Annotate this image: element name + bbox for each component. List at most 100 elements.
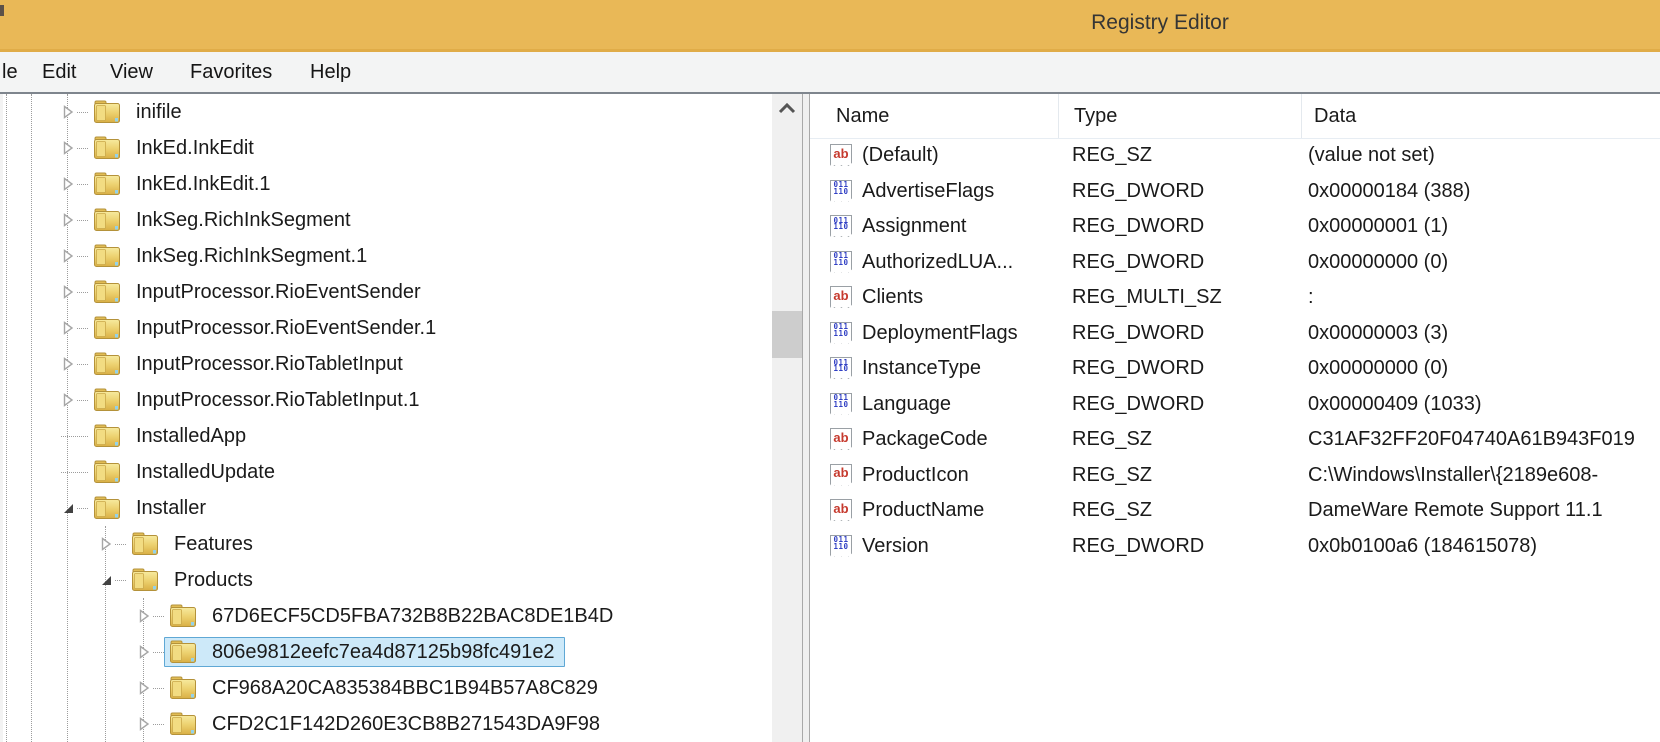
tree-item-content[interactable]: InputProcessor.RioTabletInput	[88, 349, 413, 379]
tree-dotted-connector	[77, 183, 88, 185]
tree-item-label: Features	[174, 532, 253, 555]
pane-splitter[interactable]	[802, 94, 810, 742]
value-row[interactable]: ab ProductName REG_SZ DameWare Remote Suppo…	[810, 493, 1660, 529]
value-row[interactable]: 011 110 AuthorizedLUA... REG_DWORD 0x0000000…	[810, 245, 1660, 281]
value-row[interactable]: ab Clients REG_MULTI_SZ:	[810, 280, 1660, 316]
tree-item[interactable]: InputProcessor.RioEventSender	[59, 274, 772, 310]
tree-item-content[interactable]: inifile	[88, 97, 192, 127]
tree-item[interactable]: CF968A20CA835384BBC1B94B57A8C829	[135, 670, 772, 706]
tree-item[interactable]: Features	[97, 526, 772, 562]
value-type: REG_DWORD	[1072, 321, 1205, 344]
expand-arrow-icon[interactable]	[59, 211, 77, 229]
tree-item[interactable]: InkSeg.RichInkSegment	[59, 202, 772, 238]
tree-item[interactable]: inifile	[59, 94, 772, 130]
string-value-icon: ab	[830, 286, 852, 308]
column-header-type[interactable]: Type	[1059, 94, 1302, 138]
scrollbar-thumb[interactable]	[772, 311, 802, 358]
expand-arrow-icon[interactable]	[59, 355, 77, 373]
tree-item-content[interactable]: 67D6ECF5CD5FBA732B8B22BAC8DE1B4D	[164, 601, 623, 631]
tree-item-content[interactable]: InputProcessor.RioEventSender	[88, 277, 431, 307]
tree-item[interactable]: 67D6ECF5CD5FBA732B8B22BAC8DE1B4D	[135, 598, 772, 634]
tree-item[interactable]: InputProcessor.RioTabletInput	[59, 346, 772, 382]
tree-scrollbar[interactable]	[772, 94, 802, 742]
tree-item-content[interactable]: Products	[126, 565, 263, 595]
tree-item-content[interactable]: InputProcessor.RioTabletInput.1	[88, 385, 430, 415]
tree-dotted-connector	[77, 291, 88, 293]
tree-item-content[interactable]: CF968A20CA835384BBC1B94B57A8C829	[164, 673, 608, 703]
tree-item[interactable]: InstalledApp	[59, 418, 772, 454]
collapse-arrow-icon[interactable]	[97, 571, 115, 589]
values-list: ab (Default) REG_SZ (value not set) 011 110 Ad…	[810, 138, 1660, 742]
tree-item-content[interactable]: InstalledUpdate	[88, 457, 285, 487]
expand-arrow-icon[interactable]	[59, 391, 77, 409]
dword-value-icon: 011 110	[830, 250, 852, 273]
value-row[interactable]: 011 110 Assignment REG_DWORD 0x00000001 (1)	[810, 209, 1660, 245]
expand-arrow-icon[interactable]	[59, 319, 77, 337]
value-name: ProductIcon	[862, 463, 969, 486]
value-row[interactable]: ab PackageCode REG_SZ C31AF32FF20F04740A61B…	[810, 422, 1660, 458]
tree-item-content[interactable]: InkSeg.RichInkSegment.1	[88, 241, 377, 271]
tree-item-content[interactable]: Installer	[88, 493, 216, 523]
expand-arrow-icon[interactable]	[135, 643, 153, 661]
window-title: Registry Editor	[1091, 11, 1229, 34]
registry-tree: inifile InkEd.InkEdit InkEd.InkEdit.1 InkSe…	[0, 94, 772, 742]
tree-item-content[interactable]: InkEd.InkEdit	[88, 133, 264, 163]
tree-item[interactable]: InkSeg.RichInkSegment.1	[59, 238, 772, 274]
menu-item-file[interactable]: le	[2, 52, 18, 92]
tree-item[interactable]: InputProcessor.RioTabletInput.1	[59, 382, 772, 418]
tree-item-content[interactable]: InkSeg.RichInkSegment	[88, 205, 361, 235]
scroll-up-arrow-icon[interactable]	[776, 101, 798, 114]
tree-item-content[interactable]: Features	[126, 529, 263, 559]
expand-arrow-icon[interactable]	[97, 535, 115, 553]
value-row[interactable]: 011 110 InstanceType REG_DWORD 0x00000000 (0…	[810, 351, 1660, 387]
value-row[interactable]: ab ProductIcon REG_SZ C:\Windows\Installer\…	[810, 458, 1660, 494]
tree-item-label: 806e9812eefc7ea4d87125b98fc491e2	[212, 640, 555, 663]
values-pane: Name Type Data ab (Default) REG_SZ (value n…	[810, 94, 1660, 742]
value-row[interactable]: 011 110 Language REG_DWORD 0x00000409 (1033)	[810, 387, 1660, 423]
expand-arrow-icon[interactable]	[135, 607, 153, 625]
expand-arrow-icon[interactable]	[59, 103, 77, 121]
column-header-name[interactable]: Name	[810, 94, 1059, 138]
tree-item-content[interactable]: InkEd.InkEdit.1	[88, 169, 281, 199]
tree-item[interactable]: InputProcessor.RioEventSender.1	[59, 310, 772, 346]
folder-icon	[92, 459, 122, 485]
tree-dotted-connector	[115, 543, 126, 545]
expand-arrow-icon[interactable]	[59, 247, 77, 265]
tree-item[interactable]: InkEd.InkEdit	[59, 130, 772, 166]
tree-item[interactable]: InstalledUpdate	[59, 454, 772, 490]
menu-item-help[interactable]: Help	[310, 52, 351, 92]
tree-item-label: InputProcessor.RioTabletInput	[136, 352, 403, 375]
value-data: 0x00000184 (388)	[1308, 179, 1471, 202]
tree-item-content[interactable]: InputProcessor.RioEventSender.1	[88, 313, 446, 343]
expand-arrow-icon[interactable]	[59, 283, 77, 301]
tree-dotted-connector	[77, 363, 88, 365]
menu-item-favorites[interactable]: Favorites	[190, 52, 272, 92]
registry-editor-window: Registry Editor le Edit View Favorites Help …	[0, 0, 1660, 742]
column-header-data[interactable]: Data	[1302, 94, 1660, 138]
expand-arrow-icon[interactable]	[135, 679, 153, 697]
expand-arrow-icon[interactable]	[135, 715, 153, 733]
tree-dotted-connector	[115, 579, 126, 581]
dword-value-icon: 011 110	[830, 215, 852, 237]
tree-item-content[interactable]: CFD2C1F142D260E3CB8B271543DA9F98	[164, 709, 610, 739]
dword-value-icon: 011 110	[830, 392, 852, 415]
value-row[interactable]: 011 110 DeploymentFlags REG_DWORD 0x00000003…	[810, 316, 1660, 352]
tree-item[interactable]: 806e9812eefc7ea4d87125b98fc491e2	[135, 634, 772, 670]
tree-dotted-connector	[77, 327, 88, 329]
menu-item-edit[interactable]: Edit	[42, 52, 76, 92]
tree-item-label: 67D6ECF5CD5FBA732B8B22BAC8DE1B4D	[212, 604, 614, 627]
tree-item[interactable]: CFD2C1F142D260E3CB8B271543DA9F98	[135, 706, 772, 742]
value-row[interactable]: 011 110 Version REG_DWORD 0x0b0100a6 (184615…	[810, 529, 1660, 565]
collapse-arrow-icon[interactable]	[59, 499, 77, 517]
tree-item[interactable]: InkEd.InkEdit.1	[59, 166, 772, 202]
tree-item-content[interactable]: InstalledApp	[88, 421, 256, 451]
expand-arrow-icon[interactable]	[59, 139, 77, 157]
expand-arrow-icon[interactable]	[59, 175, 77, 193]
tree-item[interactable]: Installer	[59, 490, 772, 526]
value-row[interactable]: ab (Default) REG_SZ (value not set)	[810, 138, 1660, 174]
tree-item-content-selected[interactable]: 806e9812eefc7ea4d87125b98fc491e2	[164, 637, 565, 667]
value-name: DeploymentFlags	[862, 321, 1018, 344]
value-row[interactable]: 011 110 AdvertiseFlags REG_DWORD 0x00000184 …	[810, 174, 1660, 210]
tree-item[interactable]: Products	[97, 562, 772, 598]
menu-item-view[interactable]: View	[110, 52, 153, 92]
